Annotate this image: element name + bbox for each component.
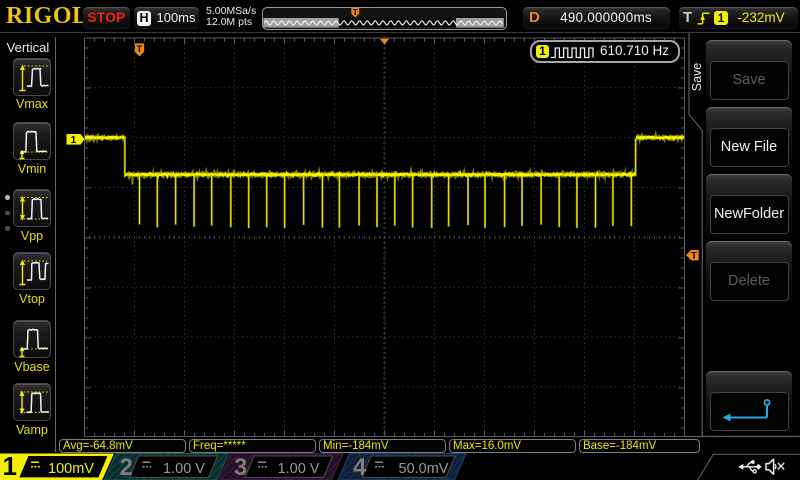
svg-text:50.0mV: 50.0mV bbox=[399, 461, 449, 477]
svg-text:2: 2 bbox=[120, 454, 133, 480]
svg-text:3: 3 bbox=[234, 454, 247, 480]
svg-text:4: 4 bbox=[353, 454, 367, 480]
svg-text:1.00 V: 1.00 V bbox=[163, 461, 205, 477]
svg-text:100mV: 100mV bbox=[48, 461, 94, 477]
svg-text:1.00 V: 1.00 V bbox=[278, 461, 320, 477]
svg-text:1: 1 bbox=[3, 451, 17, 480]
